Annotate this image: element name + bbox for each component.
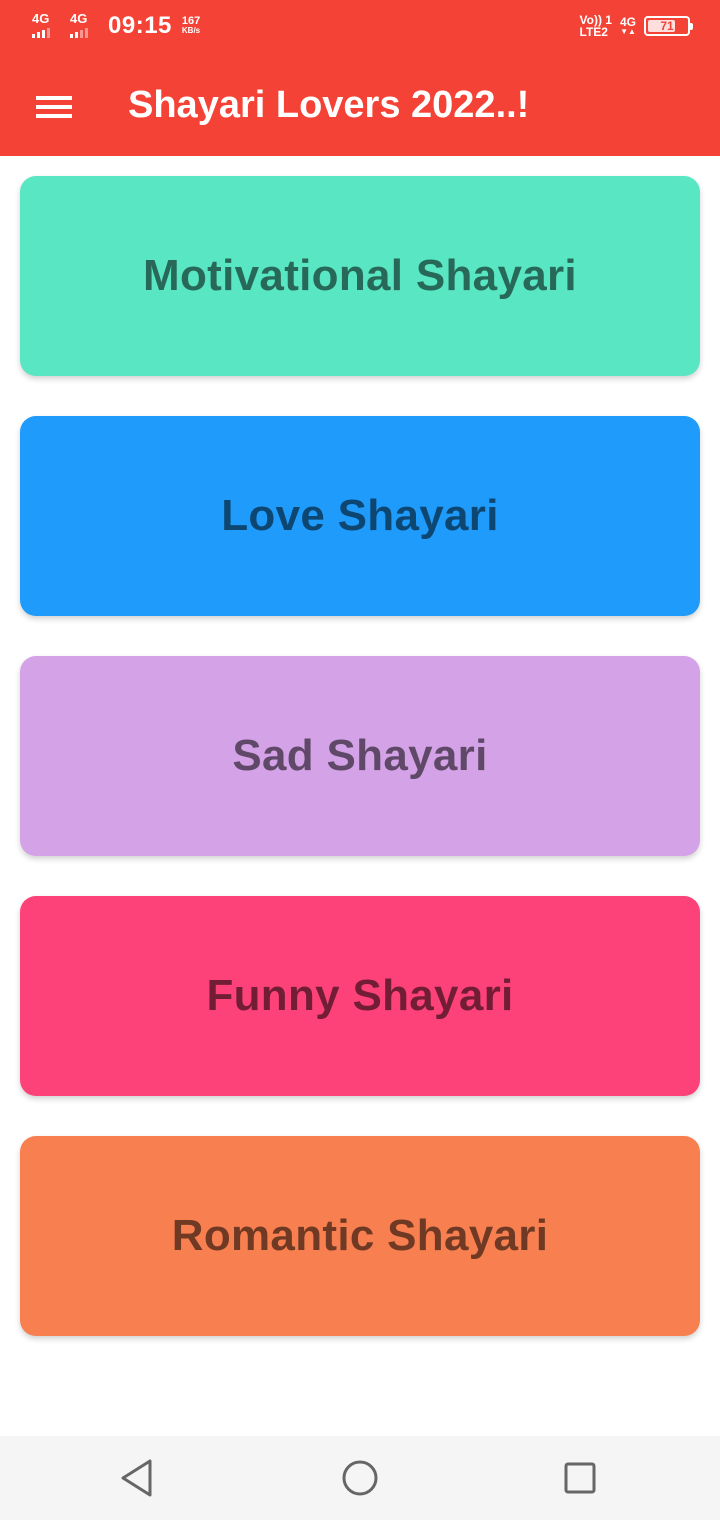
hamburger-menu-icon[interactable]	[30, 82, 78, 130]
romantic-shayari-button[interactable]: Romantic Shayari	[20, 1136, 700, 1336]
category-label: Sad Shayari	[232, 731, 488, 780]
category-label: Funny Shayari	[206, 971, 514, 1020]
back-triangle-icon[interactable]	[118, 1458, 158, 1498]
love-shayari-button[interactable]: Love Shayari	[20, 416, 700, 616]
sim2-signal-icon: 4G	[68, 12, 96, 40]
page-title: Shayari Lovers 2022..!	[128, 84, 530, 126]
sim1-signal-icon: 4G	[30, 12, 58, 40]
battery-level: 71	[660, 19, 674, 33]
status-bar: 4G 4G 09:15 167 KB/s Vo)) 1 LTE2 4G ▼▲ 7…	[0, 0, 720, 56]
system-navigation-bar	[0, 1436, 720, 1520]
motivational-shayari-button[interactable]: Motivational Shayari	[20, 176, 700, 376]
volte-indicator: Vo)) 1 LTE2	[579, 13, 612, 39]
mobile-data-icon: 4G ▼▲	[619, 15, 636, 36]
category-label: Motivational Shayari	[143, 251, 577, 300]
category-list: Motivational Shayari Love Shayari Sad Sh…	[20, 176, 700, 1376]
battery-icon: 71	[644, 16, 693, 36]
funny-shayari-button[interactable]: Funny Shayari	[20, 896, 700, 1096]
network-speed: 167 KB/s	[181, 15, 201, 36]
category-label: Romantic Shayari	[171, 1211, 549, 1260]
clock: 09:15	[108, 12, 172, 39]
category-label: Love Shayari	[221, 491, 499, 540]
sad-shayari-button[interactable]: Sad Shayari	[20, 656, 700, 856]
app-bar: Shayari Lovers 2022..!	[0, 56, 720, 156]
home-circle-icon[interactable]	[340, 1458, 380, 1498]
recents-square-icon[interactable]	[560, 1458, 600, 1498]
